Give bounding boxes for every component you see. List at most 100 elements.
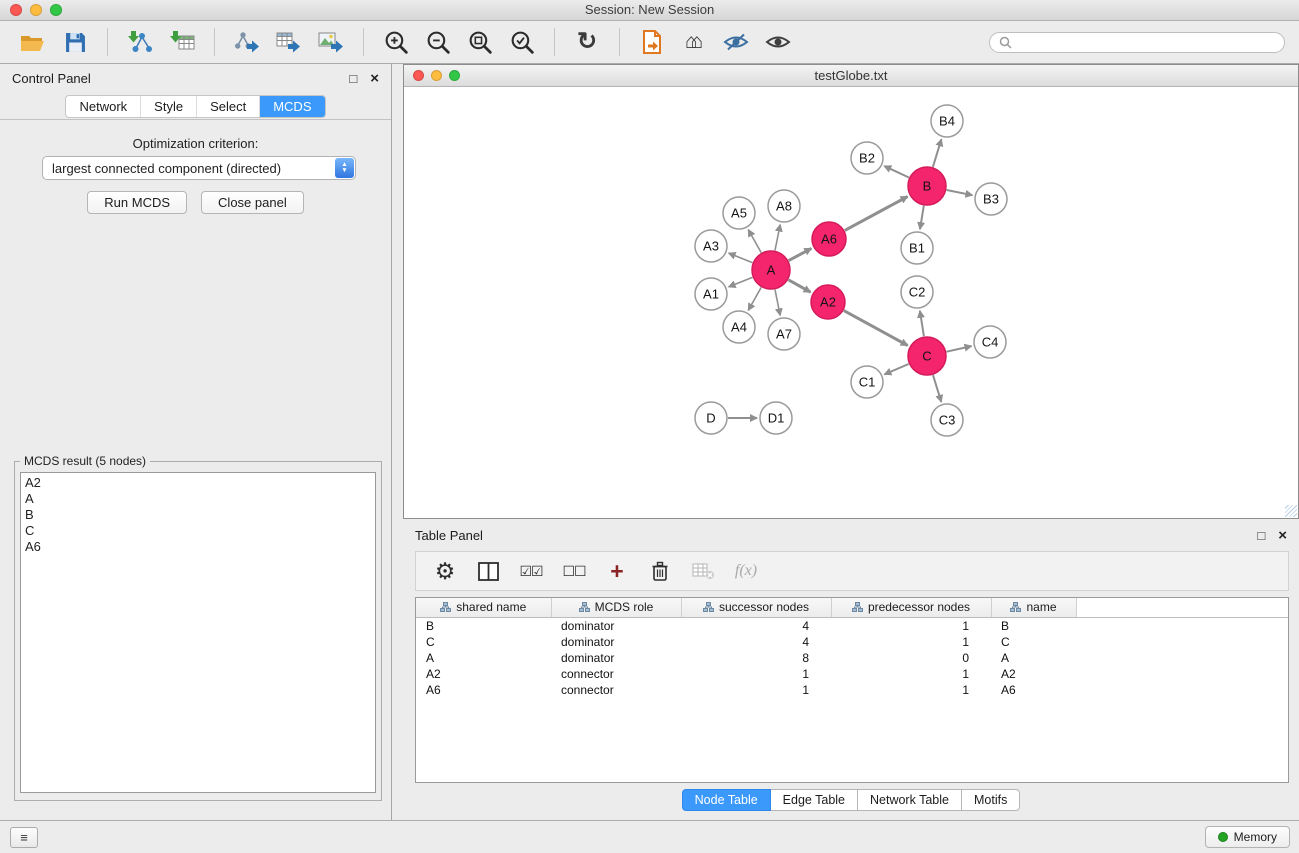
table-cell[interactable]: C	[416, 634, 551, 650]
table-cell[interactable]: 1	[831, 634, 991, 650]
refresh-view-button[interactable]: ↻	[568, 25, 606, 59]
maximize-network-button[interactable]	[449, 70, 460, 81]
table-cell[interactable]: B	[991, 617, 1076, 634]
export-table-button[interactable]	[270, 25, 308, 59]
table-cell[interactable]: C	[991, 634, 1076, 650]
graph-edge-A-A4[interactable]	[748, 287, 761, 310]
close-window-button[interactable]	[10, 4, 22, 16]
column-header-successor-nodes[interactable]: successor nodes	[681, 598, 831, 617]
zoom-in-button[interactable]	[377, 25, 415, 59]
panel-menu-button[interactable]: ≡	[10, 827, 38, 848]
graph-edge-A-A7[interactable]	[775, 290, 780, 316]
table-cell[interactable]: 1	[831, 666, 991, 682]
table-row[interactable]: A6connector11A6	[416, 682, 1288, 698]
table-row[interactable]: Cdominator41C	[416, 634, 1288, 650]
graph-edge-A2-C[interactable]	[844, 311, 908, 346]
table-cell[interactable]: 8	[681, 650, 831, 666]
show-columns-button[interactable]	[475, 555, 501, 587]
table-cell[interactable]: 1	[681, 682, 831, 698]
table-cell[interactable]: dominator	[551, 650, 681, 666]
table-cell[interactable]: connector	[551, 666, 681, 682]
network-window-titlebar[interactable]: testGlobe.txt	[404, 65, 1298, 87]
zoom-out-button[interactable]	[419, 25, 457, 59]
graph-edge-C-C2[interactable]	[920, 311, 924, 336]
tab-style[interactable]: Style	[141, 96, 197, 117]
zoom-fit-button[interactable]	[461, 25, 499, 59]
tab-select[interactable]: Select	[197, 96, 260, 117]
close-network-button[interactable]	[413, 70, 424, 81]
float-panel-icon[interactable]: □	[349, 71, 357, 86]
tab-node-table[interactable]: Node Table	[682, 789, 771, 811]
table-cell[interactable]: 1	[831, 617, 991, 634]
graph-edge-A-A3[interactable]	[729, 253, 753, 263]
optimization-criterion-select[interactable]: largest connected component (directed) ▲…	[42, 156, 356, 180]
hide-selected-button[interactable]	[717, 25, 755, 59]
deselect-all-rows-button[interactable]: ☐☐	[561, 555, 587, 587]
graph-edge-C-C1[interactable]	[884, 364, 908, 374]
column-header-predecessor-nodes[interactable]: predecessor nodes	[831, 598, 991, 617]
table-cell[interactable]: 0	[831, 650, 991, 666]
tab-edge-table[interactable]: Edge Table	[771, 789, 858, 811]
fullscreen-window-button[interactable]	[50, 4, 62, 16]
add-column-button[interactable]: +	[604, 555, 630, 587]
close-table-panel-icon[interactable]: ×	[1278, 528, 1287, 543]
graph-edge-B-B4[interactable]	[933, 139, 942, 167]
export-network-button[interactable]	[228, 25, 266, 59]
select-all-rows-button[interactable]: ☑☑	[518, 555, 544, 587]
graph-edge-A-A8[interactable]	[775, 225, 780, 251]
delete-table-button[interactable]	[690, 555, 716, 587]
open-session-button[interactable]	[14, 25, 52, 59]
save-session-button[interactable]	[56, 25, 94, 59]
memory-button[interactable]: Memory	[1205, 826, 1290, 848]
search-input[interactable]	[1017, 35, 1275, 49]
tab-motifs[interactable]: Motifs	[962, 789, 1020, 811]
mcds-result-item[interactable]: A	[25, 491, 371, 507]
table-settings-button[interactable]: ⚙	[432, 555, 458, 587]
tab-network[interactable]: Network	[66, 96, 141, 117]
home-view-button[interactable]: ⌂⌂	[675, 25, 713, 59]
table-cell[interactable]: A6	[416, 682, 551, 698]
graph-edge-A6-B[interactable]	[845, 197, 908, 231]
network-canvas[interactable]: B4B2BB3A5A8A6B1A3AA1C2A2A4A7C4CC1C3DD1	[404, 87, 1298, 518]
close-panel-button[interactable]: Close panel	[201, 191, 304, 214]
table-cell[interactable]: B	[416, 617, 551, 634]
column-header-shared-name[interactable]: shared name	[416, 598, 551, 617]
table-cell[interactable]: A	[416, 650, 551, 666]
graph-edge-A-A6[interactable]	[789, 248, 812, 260]
minimize-window-button[interactable]	[30, 4, 42, 16]
table-cell[interactable]: connector	[551, 682, 681, 698]
table-cell[interactable]: A2	[416, 666, 551, 682]
delete-column-button[interactable]	[647, 555, 673, 587]
table-cell[interactable]: 4	[681, 634, 831, 650]
table-row[interactable]: Adominator80A	[416, 650, 1288, 666]
table-cell[interactable]: A6	[991, 682, 1076, 698]
graph-edge-A-A5[interactable]	[748, 230, 761, 253]
mcds-result-item[interactable]: B	[25, 507, 371, 523]
table-cell[interactable]: 4	[681, 617, 831, 634]
mcds-result-item[interactable]: A2	[25, 475, 371, 491]
open-network-file-button[interactable]	[633, 25, 671, 59]
table-cell[interactable]: dominator	[551, 634, 681, 650]
import-network-button[interactable]	[121, 25, 159, 59]
table-cell[interactable]: dominator	[551, 617, 681, 634]
graph-edge-B-B3[interactable]	[947, 190, 973, 195]
column-header-mcds-role[interactable]: MCDS role	[551, 598, 681, 617]
mcds-result-item[interactable]: A6	[25, 539, 371, 555]
table-cell[interactable]: 1	[681, 666, 831, 682]
table-cell[interactable]: A2	[991, 666, 1076, 682]
import-table-button[interactable]	[163, 25, 201, 59]
graph-edge-B-B1[interactable]	[920, 206, 924, 230]
show-all-button[interactable]	[759, 25, 797, 59]
run-mcds-button[interactable]: Run MCDS	[87, 191, 187, 214]
table-row[interactable]: A2connector11A2	[416, 666, 1288, 682]
close-panel-icon[interactable]: ×	[370, 71, 379, 86]
graph-edge-A-A1[interactable]	[729, 277, 753, 287]
tab-network-table[interactable]: Network Table	[858, 789, 962, 811]
network-resize-grip[interactable]	[1285, 505, 1297, 517]
float-table-panel-icon[interactable]: □	[1257, 528, 1265, 543]
export-image-button[interactable]	[312, 25, 350, 59]
graph-edge-A-A2[interactable]	[788, 280, 810, 292]
function-builder-button[interactable]: f(x)	[733, 555, 759, 587]
graph-edge-C-C4[interactable]	[947, 346, 972, 352]
table-row[interactable]: Bdominator41B	[416, 617, 1288, 634]
